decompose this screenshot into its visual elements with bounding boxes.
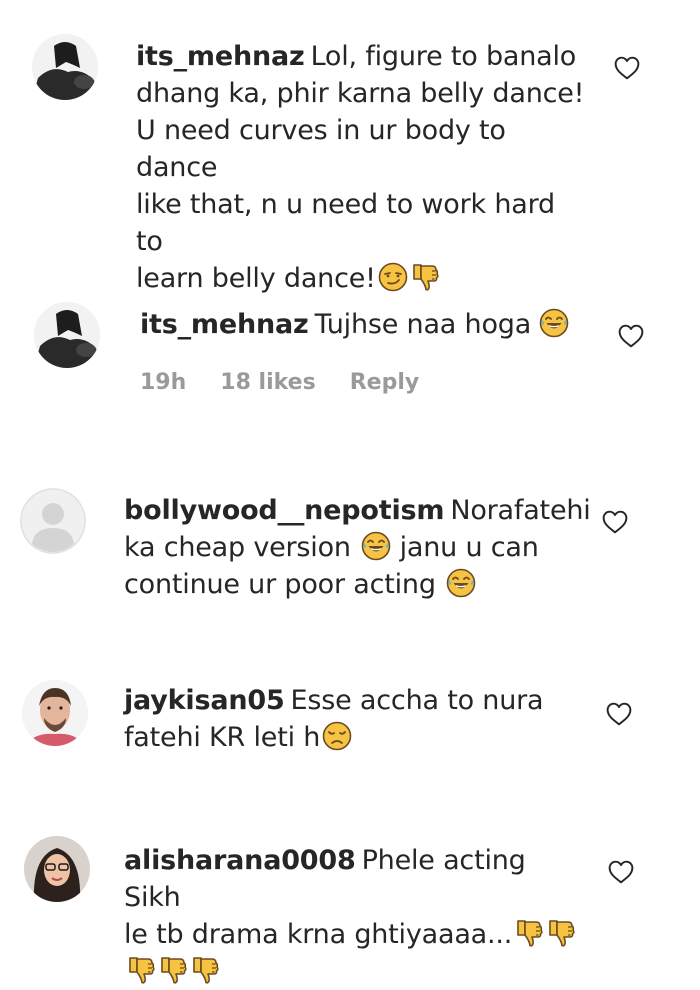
comment-body: dhang ka, phir karna belly dance!: [136, 78, 585, 109]
heart-icon[interactable]: [602, 510, 628, 534]
avatar[interactable]: [24, 836, 90, 902]
comment-body: like that, n u need to work hard to: [136, 189, 555, 257]
disappointed-face-icon: [322, 721, 352, 751]
comment-body: U need curves in ur body to dance: [136, 115, 506, 183]
user-photo-icon: [24, 836, 90, 902]
comment-1: its_mehnaz Lol, figure to banalo dhang ka…: [0, 0, 700, 294]
comment-text: alisharana0008 Phele acting Sikh le tb dr…: [124, 842, 584, 990]
thumbs-down-icon: [126, 955, 156, 985]
comment-4: jaykisan05 Esse accha to nura fatehi KR l…: [0, 670, 700, 800]
username[interactable]: bollywood__nepotism: [124, 495, 445, 526]
timestamp[interactable]: 19h: [140, 370, 186, 395]
user-photo-icon: [22, 680, 88, 746]
comment-meta: 19h 18 likes Reply: [140, 370, 419, 395]
avatar[interactable]: [22, 680, 88, 746]
default-user-icon: [20, 488, 86, 554]
heart-icon[interactable]: [606, 702, 632, 726]
likes-count[interactable]: 18 likes: [220, 370, 315, 395]
comment-body: le tb drama krna ghtiyaaaa...: [124, 919, 513, 950]
username[interactable]: alisharana0008: [124, 845, 356, 876]
thumbs-down-icon: [190, 955, 220, 985]
comment-text: jaykisan05 Esse accha to nura fatehi KR l…: [124, 682, 584, 756]
comment-body: Lol, figure to banalo: [310, 41, 577, 72]
comment-text: its_mehnaz Lol, figure to banalo dhang ka…: [136, 38, 586, 297]
username[interactable]: its_mehnaz: [136, 41, 305, 72]
heart-icon[interactable]: [608, 860, 634, 884]
comment-body: Tujhse naa hoga: [314, 309, 532, 340]
thumbs-down-icon: [514, 918, 544, 948]
comment-text: its_mehnaz Tujhse naa hoga: [140, 306, 590, 343]
comment-body: fatehi KR leti h: [124, 722, 321, 753]
comment-body: continue ur poor acting: [124, 569, 436, 600]
comment-2: its_mehnaz Tujhse naa hoga 19h 18 likes R…: [0, 290, 700, 470]
thumbs-down-icon: [410, 262, 440, 292]
thumbs-down-icon: [546, 918, 576, 948]
user-photo-icon: [32, 34, 98, 100]
comment-5: alisharana0008 Phele acting Sikh le tb dr…: [0, 828, 700, 939]
comment-text: bollywood__nepotism Norafatehi ka cheap v…: [124, 492, 591, 603]
user-photo-icon: [34, 302, 100, 368]
laughing-tears-face-icon: [539, 308, 569, 338]
laughing-tears-face-icon: [361, 531, 391, 561]
thumbs-down-icon: [158, 955, 188, 985]
avatar[interactable]: [34, 302, 100, 368]
username[interactable]: jaykisan05: [124, 685, 285, 716]
comment-body: janu u can: [399, 532, 539, 563]
comment-3: bollywood__nepotism Norafatehi ka cheap v…: [0, 480, 700, 650]
comment-body: Norafatehi: [450, 495, 591, 526]
username[interactable]: its_mehnaz: [140, 309, 309, 340]
avatar[interactable]: [32, 34, 98, 100]
laughing-tears-face-icon: [446, 568, 476, 598]
comment-body: Esse accha to nura: [290, 685, 544, 716]
avatar-placeholder[interactable]: [20, 488, 86, 554]
heart-icon[interactable]: [618, 324, 644, 348]
reply-button[interactable]: Reply: [350, 370, 420, 395]
heart-icon[interactable]: [614, 56, 640, 80]
smirk-face-icon: [378, 262, 408, 292]
comment-body: ka cheap version: [124, 532, 351, 563]
